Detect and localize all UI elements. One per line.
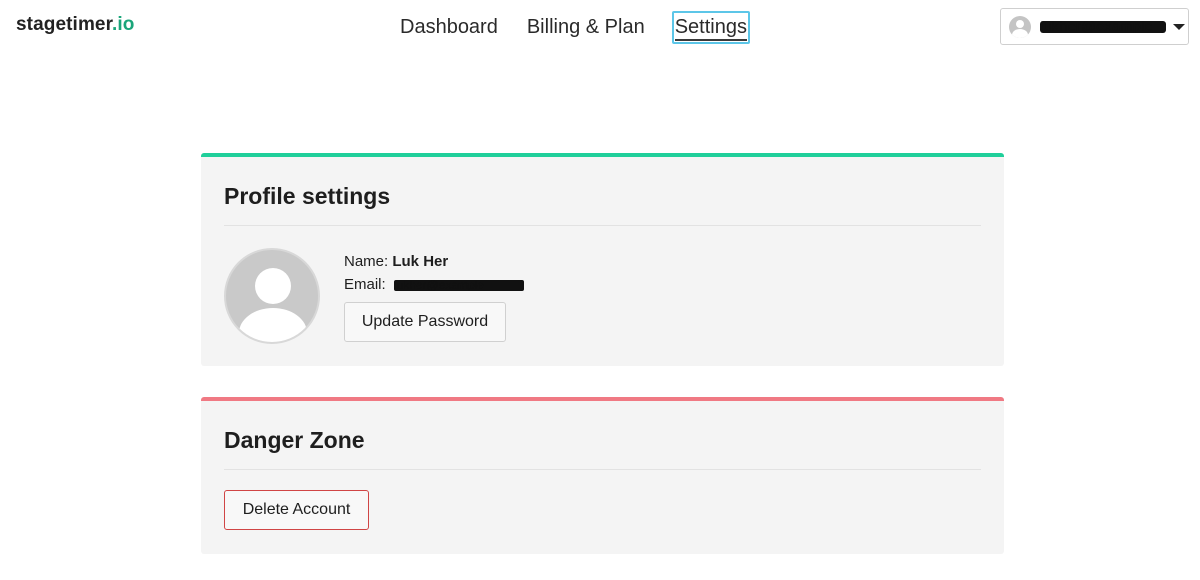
nav-item-label: Dashboard: [400, 15, 498, 38]
caret-down-icon: [1173, 23, 1185, 30]
profile-name-line: Name: Luk Her: [344, 252, 524, 275]
divider: [224, 225, 981, 226]
name-label: Name:: [344, 253, 389, 270]
divider: [224, 469, 981, 470]
profile-avatar: [224, 248, 320, 344]
profile-settings-title: Profile settings: [224, 183, 391, 209]
profile-info: Name: Luk Her Email: lukher@example: [344, 252, 524, 298]
profile-settings-card: Profile settings Name: Luk Her Email: lu…: [201, 153, 1004, 366]
update-password-button[interactable]: Update Password: [344, 302, 506, 342]
danger-zone-title: Danger Zone: [224, 427, 365, 453]
profile-email-line: Email: lukher@example: [344, 275, 524, 298]
user-menu-dropdown[interactable]: lukher@example: [1000, 8, 1189, 45]
danger-zone-card: Danger Zone Delete Account: [201, 397, 1004, 554]
user-email-redacted: lukher@example: [1040, 20, 1166, 33]
top-navbar: stagetimer.io Dashboard Billing & Plan S…: [0, 0, 1200, 56]
user-avatar-icon: [1009, 15, 1031, 38]
name-value: Luk Her: [392, 253, 449, 270]
nav-item-label: Settings: [674, 15, 747, 41]
brand-logo[interactable]: stagetimer.io: [16, 14, 135, 36]
email-value-redacted: lukher@example: [393, 279, 524, 291]
email-label: Email:: [344, 276, 386, 293]
nav-item-billing[interactable]: Billing & Plan: [525, 12, 647, 43]
nav-item-settings[interactable]: Settings: [671, 10, 750, 44]
delete-account-button[interactable]: Delete Account: [224, 490, 369, 530]
nav-item-dashboard[interactable]: Dashboard: [398, 12, 500, 43]
nav-item-label: Billing & Plan: [526, 15, 645, 38]
main-nav: Dashboard Billing & Plan Settings: [398, 8, 775, 46]
brand-name: stagetimer: [16, 14, 113, 35]
brand-tld: .io: [112, 14, 135, 35]
